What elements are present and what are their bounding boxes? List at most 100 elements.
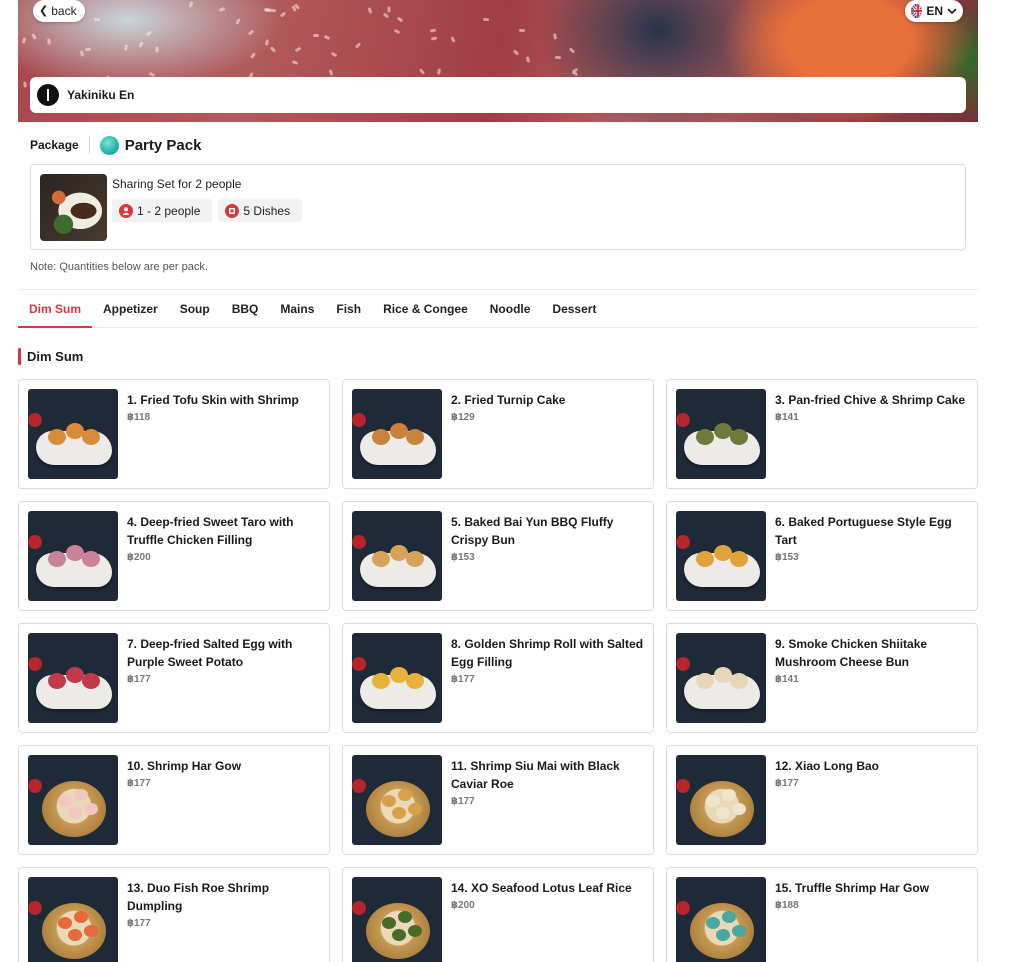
menu-item-name: 15. Truffle Shrimp Har Gow ฿188 (775, 879, 969, 913)
menu-item-name: 4. Deep-fried Sweet Taro with Truffle Ch… (127, 513, 321, 565)
menu-item-card[interactable]: 10. Shrimp Har Gow ฿177 (18, 745, 330, 855)
menu-item-name: 6. Baked Portuguese Style Egg Tart ฿153 (775, 513, 969, 565)
menu-item-card[interactable]: 13. Duo Fish Roe Shrimp Dumpling ฿177 (18, 867, 330, 962)
menu-item-price: ฿129 (451, 412, 475, 423)
menu-item-image (352, 389, 442, 479)
language-label: EN (926, 4, 943, 18)
tab-soup[interactable]: Soup (169, 290, 221, 327)
hero-texture (269, 46, 277, 53)
menu-item-card[interactable]: 12. Xiao Long Bao ฿177 (666, 745, 978, 855)
tab-dim-sum[interactable]: Dim Sum (18, 290, 93, 328)
menu-item-image (352, 755, 442, 845)
menu-item-card[interactable]: 15. Truffle Shrimp Har Gow ฿188 (666, 867, 978, 962)
hero-texture (94, 18, 100, 21)
hero-texture (21, 37, 27, 44)
menu-item-name-text: 4. Deep-fried Sweet Taro with Truffle Ch… (127, 515, 294, 547)
menu-item-image (352, 511, 442, 601)
menu-item-name-text: 6. Baked Portuguese Style Egg Tart (775, 515, 952, 547)
menu-item-name: 7. Deep-fried Salted Egg with Purple Swe… (127, 635, 321, 687)
category-tabs: Dim Sum Appetizer Soup BBQ Mains Fish Rice & C… (18, 289, 978, 328)
menu-item-card[interactable]: 1. Fried Tofu Skin with Shrimp ฿118 (18, 379, 330, 489)
divider (88, 136, 90, 154)
hero-texture (23, 81, 27, 88)
hero-texture (312, 33, 320, 38)
menu-item-card[interactable]: 6. Baked Portuguese Style Egg Tart ฿153 (666, 501, 978, 611)
menu-item-price: ฿200 (127, 552, 151, 563)
menu-item-image (676, 389, 766, 479)
back-button[interactable]: ❮ back (33, 0, 85, 22)
uk-flag-icon (911, 4, 923, 18)
person-icon (119, 203, 133, 218)
hero-texture (235, 18, 241, 25)
menu-item-card[interactable]: 3. Pan-fried Chive & Shrimp Cake ฿141 (666, 379, 978, 489)
tab-fish[interactable]: Fish (325, 290, 372, 327)
menu-item-card[interactable]: 11. Shrimp Siu Mai with Black Caviar Roe… (342, 745, 654, 855)
hero-texture (218, 6, 226, 13)
tab-bbq[interactable]: BBQ (221, 290, 270, 327)
menu-item-card[interactable]: 9. Smoke Chicken Shiitake Mushroom Chees… (666, 623, 978, 733)
hero-texture (47, 38, 51, 45)
hero-texture (84, 47, 92, 52)
menu-item-image (352, 877, 442, 962)
menu-item-image (28, 389, 118, 479)
tab-dessert[interactable]: Dessert (541, 290, 607, 327)
hero-texture (525, 56, 531, 63)
menu-item-image (28, 511, 118, 601)
menu-item-name-text: 8. Golden Shrimp Roll with Salted Egg Fi… (451, 637, 644, 669)
menu-item-price: ฿188 (775, 900, 799, 911)
language-selector[interactable]: EN (905, 0, 963, 22)
menu-item-name: 5. Baked Bai Yun BBQ Fluffy Crispy Bun ฿1… (451, 513, 645, 565)
package-name: Party Pack (124, 136, 202, 154)
menu-item-card[interactable]: 2. Fried Turnip Cake ฿129 (342, 379, 654, 489)
menu-item-name: 8. Golden Shrimp Roll with Salted Egg Fi… (451, 635, 645, 687)
menu-item-card[interactable]: 4. Deep-fried Sweet Taro with Truffle Ch… (18, 501, 330, 611)
menu-item-image (28, 877, 118, 962)
hero-texture (188, 1, 194, 8)
menu-item-name-text: 15. Truffle Shrimp Har Gow (775, 881, 930, 895)
menu-item-name: 9. Smoke Chicken Shiitake Mushroom Chees… (775, 635, 969, 687)
hero-texture (250, 52, 256, 59)
tab-rice-congee[interactable]: Rice & Congee (372, 290, 479, 327)
menu-item-grid: 1. Fried Tofu Skin with Shrimp ฿118 2. Fri… (18, 379, 978, 962)
hero-texture (323, 34, 331, 41)
menu-item-card[interactable]: 14. XO Seafood Lotus Leaf Rice ฿200 (342, 867, 654, 962)
hero-texture (263, 7, 271, 12)
menu-item-price: ฿118 (127, 412, 151, 423)
chevron-down-icon (947, 4, 957, 18)
hero-texture (294, 46, 302, 53)
package-row: Package Party Pack (30, 134, 201, 156)
people-chip: 1 - 2 people (112, 199, 213, 222)
dish-icon (225, 203, 240, 218)
people-count: 1 - 2 people (137, 203, 201, 218)
hero-texture (367, 7, 373, 14)
menu-item-name-text: 2. Fried Turnip Cake (451, 393, 566, 407)
hero-texture (265, 39, 269, 46)
restaurant-bar[interactable]: Yakiniku En (30, 77, 966, 113)
hero-texture (450, 36, 456, 43)
menu-item-price: ฿200 (451, 900, 475, 911)
hero-texture (138, 41, 144, 48)
menu-item-name-text: 9. Smoke Chicken Shiitake Mushroom Chees… (775, 637, 928, 669)
menu-item-name-text: 13. Duo Fish Roe Shrimp Dumpling (127, 881, 270, 913)
menu-item-name: 11. Shrimp Siu Mai with Black Caviar Roe… (451, 757, 645, 809)
hero-texture (247, 29, 255, 36)
hero-texture (429, 28, 437, 33)
menu-item-price: ฿141 (775, 412, 799, 423)
tab-noodle[interactable]: Noodle (479, 290, 542, 327)
menu-item-name-text: 5. Baked Bai Yun BBQ Fluffy Crispy Bun (451, 515, 614, 547)
hero-texture (279, 11, 287, 18)
hero-texture (393, 28, 401, 35)
hero-texture (571, 70, 579, 77)
menu-item-name-text: 7. Deep-fried Salted Egg with Purple Swe… (127, 637, 293, 669)
tab-mains[interactable]: Mains (269, 290, 325, 327)
hero-texture (354, 42, 362, 49)
hero-texture (145, 30, 153, 37)
menu-item-card[interactable]: 5. Baked Bai Yun BBQ Fluffy Crispy Bun ฿1… (342, 501, 654, 611)
tab-appetizer[interactable]: Appetizer (92, 290, 169, 327)
hero-texture (396, 16, 404, 23)
menu-item-price: ฿177 (451, 674, 475, 685)
dishes-chip: 5 Dishes (218, 199, 303, 222)
hero-texture (554, 55, 562, 60)
menu-item-card[interactable]: 7. Deep-fried Salted Egg with Purple Swe… (18, 623, 330, 733)
menu-item-card[interactable]: 8. Golden Shrimp Roll with Salted Egg Fi… (342, 623, 654, 733)
